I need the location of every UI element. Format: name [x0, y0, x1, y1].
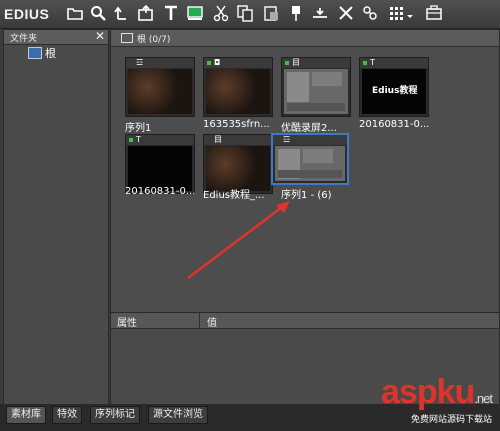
export-icon[interactable]	[137, 4, 155, 22]
clip-caption: 序列1	[125, 123, 152, 134]
property-column-header: 属性	[117, 318, 137, 329]
clip-caption: 优酷录屏2...	[281, 123, 337, 134]
camera-icon: ◘	[214, 58, 221, 67]
search-icon[interactable]	[89, 4, 107, 22]
clip-preview: Edius教程	[362, 69, 426, 114]
clip-thumbnail[interactable]: 目	[203, 134, 273, 194]
folder-icon	[121, 33, 133, 43]
sequence-icon: ☲	[283, 135, 291, 144]
delete-icon[interactable]	[337, 4, 355, 22]
video-clip-icon: 目	[214, 135, 222, 144]
title-icon: T	[136, 135, 141, 144]
view-icon[interactable]	[388, 4, 416, 22]
properties-header: 属性 值	[111, 313, 499, 329]
bin-path: 根 (0/7)	[137, 35, 171, 45]
online-indicator	[285, 61, 289, 65]
bin-header: 根 (0/7)	[111, 30, 499, 47]
video-clip-icon: 目	[292, 58, 300, 67]
text-icon[interactable]	[162, 4, 180, 22]
clip-thumbnail[interactable]: T	[125, 134, 195, 194]
clip-caption: 序列1 - (6)	[281, 190, 332, 201]
clip-thumbnail[interactable]: 目	[281, 57, 351, 117]
watermark-brand: aspku	[381, 373, 475, 411]
clip-preview	[275, 146, 345, 181]
clip-caption: 20160831-0...	[359, 119, 430, 130]
clip-caption: 20160831-0...	[125, 186, 196, 197]
sequence-icon: ☲	[136, 58, 144, 67]
online-indicator	[363, 61, 367, 65]
up-icon[interactable]	[112, 4, 130, 22]
value-column-header: 值	[207, 318, 217, 329]
folder-panel-header: 文件夹 ✕	[4, 29, 108, 45]
clip-icon[interactable]	[186, 4, 204, 22]
close-icon[interactable]: ✕	[95, 29, 105, 43]
online-indicator	[207, 61, 211, 65]
clip-caption: 163535sfrn...	[203, 119, 270, 130]
clip-preview	[206, 146, 270, 191]
tab-sequence-markers[interactable]: 序列标记	[90, 406, 140, 424]
folder-open-icon[interactable]	[66, 4, 84, 22]
clip-thumbnail-selected[interactable]: ☲	[271, 133, 349, 185]
title-text: Edius教程	[372, 86, 418, 96]
folder-panel-title: 文件夹	[10, 34, 38, 44]
clip-preview	[128, 146, 192, 191]
tree-item-root[interactable]: 根	[28, 46, 56, 60]
title-icon: T	[370, 58, 375, 67]
folder-icon	[28, 47, 42, 59]
paste-icon[interactable]	[262, 4, 280, 22]
copy-icon[interactable]	[236, 4, 254, 22]
clip-preview	[128, 69, 192, 114]
clip-preview	[284, 69, 348, 114]
marker-icon[interactable]	[311, 4, 329, 22]
clip-thumbnail[interactable]: ☲	[125, 57, 195, 117]
online-indicator	[129, 138, 133, 142]
main-toolbar: EDIUS	[0, 0, 500, 29]
tab-effects[interactable]: 特效	[52, 406, 82, 424]
watermark: aspku.net 免费网站源码下载站	[381, 373, 493, 425]
tab-media-library[interactable]: 素材库	[6, 406, 46, 424]
pin-icon[interactable]	[287, 4, 305, 22]
bin-panel: 根 (0/7) ☲ 序列1 ◘ 163535sfrn... 目 优酷录屏2...…	[110, 29, 500, 313]
clip-thumbnail[interactable]: T Edius教程	[359, 57, 429, 117]
clip-preview	[206, 69, 270, 114]
clip-thumbnail[interactable]: ◘	[203, 57, 273, 117]
folder-panel: 文件夹 ✕ 根	[3, 29, 109, 405]
settings-icon[interactable]	[425, 4, 443, 22]
watermark-suffix: .net	[474, 391, 493, 406]
properties-icon[interactable]	[361, 4, 379, 22]
clip-caption: Edius教程_...	[203, 190, 265, 201]
edius-logo: EDIUS	[4, 6, 50, 22]
tree-item-label: 根	[45, 47, 56, 60]
cut-icon[interactable]	[212, 4, 230, 22]
tab-source-browser[interactable]: 源文件浏览	[148, 406, 208, 424]
